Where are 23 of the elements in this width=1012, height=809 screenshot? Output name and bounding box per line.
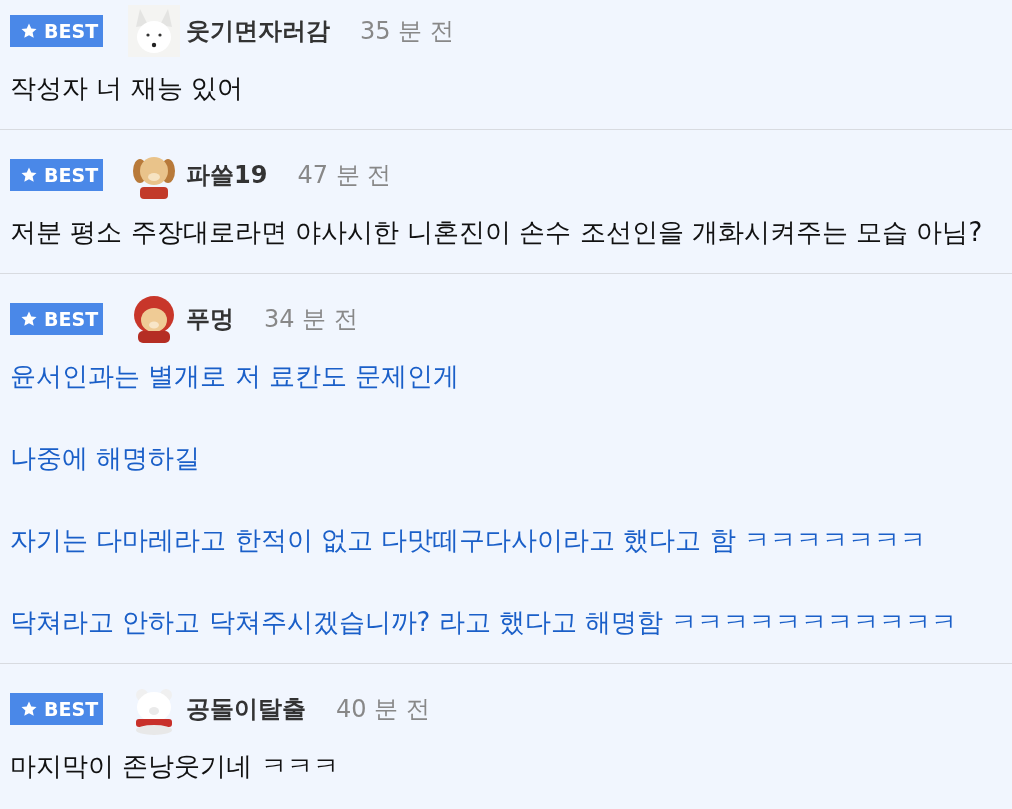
author-name[interactable]: 공돌이탈출 <box>186 691 306 727</box>
author-name[interactable]: 푸멍 <box>186 301 234 337</box>
best-badge: BEST <box>10 159 103 191</box>
star-icon <box>20 22 38 40</box>
best-badge: BEST <box>10 693 103 725</box>
timestamp: 40 분 전 <box>336 694 430 725</box>
timestamp: 47 분 전 <box>297 160 392 191</box>
comment-text: 저분 평소 주장대로라면 야사시한 니혼진이 손수 조선인을 개화시켜주는 모습 아님? <box>10 216 984 249</box>
author-name[interactable]: 웃기면자러감 <box>186 13 330 49</box>
comment-text: 윤서인과는 별개로 저 료칸도 문제인게 <box>10 360 461 393</box>
comment-text: 작성자 너 재능 있어 <box>10 72 244 105</box>
star-icon <box>20 700 38 718</box>
star-icon <box>20 166 38 184</box>
timestamp: 34 분 전 <box>264 304 358 335</box>
star-icon <box>20 310 38 328</box>
timestamp: 35 분 전 <box>360 16 454 47</box>
best-badge: BEST <box>10 15 103 47</box>
comment-text: 자기는 다마레라고 한적이 없고 다맛떼구다사이라고 했다고 함 ㅋㅋㅋㅋㅋㅋㅋ <box>10 524 927 557</box>
comment-text: 마지막이 존낭웃기네 ㅋㅋㅋ <box>10 750 340 783</box>
comment-text: 닥쳐라고 안하고 닥쳐주시겠습니까? 라고 했다고 해명함 ㅋㅋㅋㅋㅋㅋㅋㅋㅋㅋㅋ <box>10 606 959 639</box>
comment-text: 나중에 해명하길 <box>10 442 202 475</box>
best-badge: BEST <box>10 303 103 335</box>
author-name[interactable]: 파쓸19 <box>186 157 268 193</box>
